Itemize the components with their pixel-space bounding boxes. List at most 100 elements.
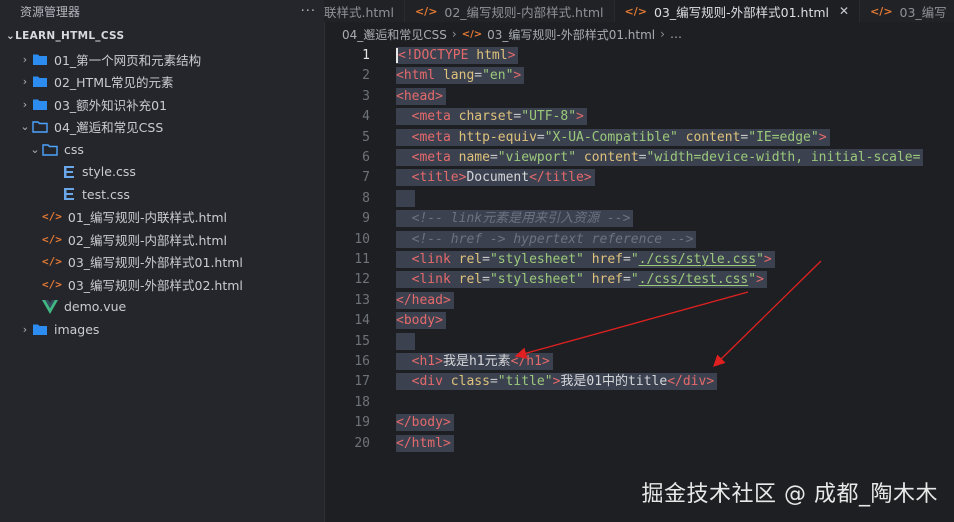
line-number: 12 bbox=[354, 272, 370, 288]
code-token: <!-- link元素是用来引入资源 --> bbox=[411, 211, 631, 227]
code-line[interactable]: 7 <title>Document</title> bbox=[324, 168, 954, 188]
tab-label: 03_编写规则-外部样式01.html bbox=[653, 4, 830, 20]
code-line[interactable]: 15 bbox=[324, 332, 954, 352]
code-line[interactable]: 12 <link rel="stylesheet" href="./css/te… bbox=[324, 270, 954, 290]
html-file-icon: </> bbox=[870, 4, 893, 18]
selection-highlight: <link rel="stylesheet" href="./css/test.… bbox=[396, 271, 767, 289]
tree-item[interactable]: › 03_额外知识补充01 bbox=[0, 93, 324, 116]
selection-highlight: <link rel="stylesheet" href="./css/style… bbox=[396, 251, 775, 268]
code-token: < bbox=[398, 48, 406, 63]
explorer-title: 资源管理器 bbox=[20, 4, 81, 19]
code-text: <head> bbox=[396, 87, 446, 107]
explorer-header: 资源管理器 ··· bbox=[0, 0, 324, 22]
selection-highlight: <!DOCTYPE html> bbox=[396, 47, 519, 64]
tab-external-style-01[interactable]: </> 03_编写规则-外部样式01.html ✕ bbox=[614, 0, 861, 22]
folder-icon bbox=[32, 323, 48, 336]
tree-item[interactable]: › 02_HTML常见的元素 bbox=[0, 71, 324, 94]
line-number: 11 bbox=[354, 252, 370, 267]
code-line[interactable]: 19 </body> bbox=[324, 413, 954, 433]
code-text: <link rel="stylesheet" href="./css/style… bbox=[396, 250, 775, 270]
line-number: 6 bbox=[362, 150, 370, 165]
code-token: 我是h1元素 bbox=[442, 354, 511, 369]
tree-item[interactable]: </> 01_编写规则-内联样式.html bbox=[0, 206, 324, 229]
code-line[interactable]: 3 <head> bbox=[324, 87, 954, 107]
code-line[interactable]: 2 <html lang="en"> bbox=[324, 66, 954, 86]
code-line[interactable]: 20 </html> bbox=[324, 434, 954, 454]
code-line[interactable]: 11 <link rel="stylesheet" href="./css/st… bbox=[324, 250, 954, 270]
code-token: <meta bbox=[411, 150, 451, 165]
tree-item-label: 03_额外知识补充01 bbox=[54, 97, 168, 113]
code-line[interactable]: 18 bbox=[324, 393, 954, 413]
code-line[interactable]: 10 <!-- href -> hypertext reference --> bbox=[324, 230, 954, 250]
line-number: 7 bbox=[362, 170, 370, 186]
code-line[interactable]: 14 <body> bbox=[324, 311, 954, 331]
code-line[interactable]: 5 <meta http-equiv="X-UA-Compatible" con… bbox=[324, 128, 954, 148]
tree-item[interactable]: </> 03_编写规则-外部样式02.html bbox=[0, 273, 324, 296]
folder-icon bbox=[32, 75, 48, 88]
code-text: <meta name="viewport" content="width=dev… bbox=[396, 148, 924, 168]
workspace-root[interactable]: ⌄ LEARN_HTML_CSS bbox=[0, 24, 324, 48]
selection-highlight: </html> bbox=[396, 434, 454, 452]
tree-item[interactable]: ⌄ 04_邂逅和常见CSS bbox=[0, 116, 324, 139]
code-line[interactable]: 17 <div class="title">我是01中的title</div> bbox=[324, 372, 954, 392]
tree-item[interactable]: › images bbox=[0, 318, 324, 341]
tab-internal-style[interactable]: </> 02_编写规则-内部样式.html bbox=[405, 0, 615, 22]
code-token: <head> bbox=[396, 88, 443, 104]
code-token: <body> bbox=[396, 313, 443, 329]
selection-highlight: <!-- href -> hypertext reference --> bbox=[396, 230, 697, 248]
code-text: <title>Document</title> bbox=[396, 168, 595, 188]
tree-item[interactable]: › 01_第一个网页和元素结构 bbox=[0, 48, 324, 71]
line-number: 3 bbox=[362, 88, 370, 104]
tree-item[interactable]: demo.vue bbox=[0, 296, 324, 319]
code-token: <!-- href -> hypertext reference --> bbox=[411, 231, 694, 247]
tree-item-label: 03_编写规则-外部样式02.html bbox=[67, 277, 243, 293]
breadcrumb-file[interactable]: 03_编写规则-外部样式01.html bbox=[487, 26, 655, 43]
code-token: = bbox=[623, 252, 631, 267]
chevron-right-icon: › bbox=[660, 27, 665, 41]
code-token: > bbox=[576, 109, 584, 125]
code-text: </html> bbox=[396, 434, 454, 454]
tab-external-style-02[interactable]: </> 03_编写 bbox=[860, 0, 954, 22]
breadcrumb-folder[interactable]: 04_邂逅和常见CSS bbox=[342, 26, 447, 43]
tree-item-label: test.css bbox=[82, 186, 130, 202]
code-token: " bbox=[630, 272, 639, 288]
selection-highlight: <div class="title">我是01中的title</div> bbox=[396, 373, 718, 391]
code-token: </h1> bbox=[510, 354, 550, 369]
html-file-icon: </> bbox=[461, 28, 483, 40]
tree-item[interactable]: ⌄ css bbox=[0, 138, 324, 161]
code-line[interactable]: 1 <!DOCTYPE html> bbox=[324, 46, 954, 66]
breadcrumb-symbols[interactable]: … bbox=[670, 27, 682, 41]
more-actions-icon[interactable]: ··· bbox=[301, 4, 316, 19]
code-line[interactable]: 16 <h1>我是h1元素</h1> bbox=[324, 352, 954, 372]
code-token: > bbox=[763, 252, 772, 267]
code-token: = bbox=[623, 272, 631, 288]
code-line[interactable]: 4 <meta charset="UTF-8"> bbox=[324, 107, 954, 127]
line-number: 15 bbox=[354, 333, 370, 349]
code-line[interactable]: 6 <meta name="viewport" content="width=d… bbox=[324, 148, 954, 168]
close-icon[interactable]: ✕ bbox=[839, 4, 849, 18]
code-line[interactable]: 13 </head> bbox=[324, 291, 954, 311]
tree-item[interactable]: test.css bbox=[0, 183, 324, 206]
code-line[interactable]: 9 <!-- link元素是用来引入资源 --> bbox=[324, 209, 954, 229]
selection-highlight: <meta name="viewport" content="width=dev… bbox=[396, 149, 924, 166]
code-text: <link rel="stylesheet" href="./css/test.… bbox=[396, 270, 767, 290]
selection-highlight: </body> bbox=[396, 414, 454, 432]
tree-item[interactable]: style.css bbox=[0, 161, 324, 184]
code-token: = bbox=[482, 252, 490, 267]
line-number: 2 bbox=[362, 68, 370, 84]
tab-inline-style[interactable]: 联样式.html bbox=[324, 0, 405, 22]
tree-item[interactable]: </> 03_编写规则-外部样式01.html bbox=[0, 251, 324, 274]
tree-item[interactable]: </> 02_编写规则-内部样式.html bbox=[0, 228, 324, 251]
code-token: <meta bbox=[411, 129, 451, 145]
code-editor[interactable]: 1 <!DOCTYPE html> 2 <html lang="en"> 3 <head>… bbox=[324, 46, 954, 522]
code-token: <meta bbox=[411, 109, 451, 125]
code-line[interactable]: 8 bbox=[324, 189, 954, 209]
chevron-right-icon: › bbox=[22, 322, 28, 336]
